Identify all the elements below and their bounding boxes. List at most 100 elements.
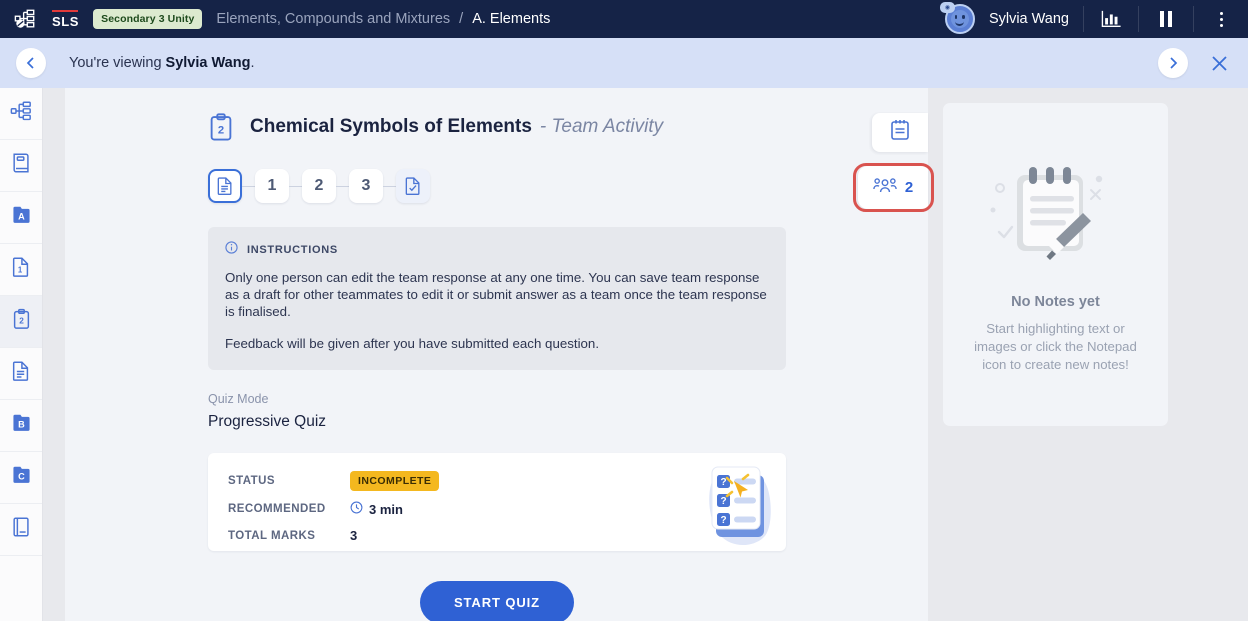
- folder-c-icon: C: [11, 464, 32, 491]
- breadcrumb-parent[interactable]: Elements, Compounds and Mixtures: [216, 11, 450, 27]
- folder-b-icon: B: [11, 412, 32, 439]
- breadcrumb-current: A. Elements: [472, 11, 551, 27]
- quiz-mode-value: Progressive Quiz: [208, 413, 327, 430]
- svg-text:?: ?: [720, 496, 726, 507]
- notes-empty-subtitle: Start highlighting text or images or cli…: [974, 321, 1137, 372]
- avatar[interactable]: ◉: [939, 2, 985, 36]
- notes-empty-card: No Notes yet Start highlighting text or …: [943, 103, 1168, 426]
- sidebar-item-page-1[interactable]: 1: [0, 244, 42, 296]
- chart-bar-icon[interactable]: [1098, 6, 1124, 32]
- sidebar-item-document[interactable]: [0, 348, 42, 400]
- notes-panel: No Notes yet Start highlighting text or …: [928, 88, 1248, 621]
- status-badge: INCOMPLETE: [350, 471, 440, 491]
- svg-text:2: 2: [19, 317, 24, 326]
- sidebar-item-section-a[interactable]: A: [0, 192, 42, 244]
- members-group-icon: [873, 177, 897, 199]
- instructions-body: Only one person can edit the team respon…: [225, 269, 769, 352]
- sidebar-item-notebook[interactable]: [0, 504, 42, 556]
- instructions-header: INSTRUCTIONS: [225, 241, 769, 259]
- step-review[interactable]: [396, 169, 430, 203]
- status-label: STATUS: [228, 475, 275, 487]
- svg-text:B: B: [18, 420, 25, 430]
- recommended-time: 3 min: [369, 501, 403, 517]
- sidebar-item-page-2[interactable]: 2: [0, 296, 42, 348]
- step-connector: [242, 185, 255, 187]
- viewing-banner-text: You're viewing Sylvia Wang.: [69, 55, 254, 71]
- instructions-paragraph: Feedback will be given after you have su…: [225, 336, 600, 351]
- instructions-panel: INSTRUCTIONS Only one person can edit th…: [208, 227, 786, 370]
- notebook-icon: [11, 516, 32, 543]
- recommended-value-group: 3 min: [350, 501, 403, 517]
- header-divider-1: [1083, 6, 1084, 32]
- viewing-student-name: Sylvia Wang: [165, 55, 251, 71]
- document-icon: [11, 360, 31, 387]
- instructions-label: INSTRUCTIONS: [247, 244, 338, 256]
- step-2[interactable]: 2: [302, 169, 336, 203]
- svg-text:1: 1: [18, 266, 23, 275]
- table-row: STATUS INCOMPLETE: [228, 471, 440, 491]
- book-icon: [11, 152, 32, 179]
- user-name[interactable]: Sylvia Wang: [989, 11, 1069, 27]
- svg-text:A: A: [18, 212, 25, 222]
- breadcrumb-separator: /: [459, 11, 464, 27]
- clipboard-2-icon: 2: [208, 112, 234, 142]
- step-connector: [289, 185, 302, 187]
- notepad-icon: [889, 118, 911, 147]
- sitemap-app-icon[interactable]: [8, 2, 42, 36]
- quiz-mode-label: Quiz Mode: [208, 392, 269, 406]
- page-1-icon: 1: [11, 256, 31, 283]
- step-overview[interactable]: [208, 169, 242, 203]
- kebab-menu-icon[interactable]: [1208, 6, 1234, 32]
- avatar-badge-icon: ◉: [939, 2, 955, 13]
- folder-a-icon: A: [11, 204, 32, 231]
- header-divider-2: [1138, 6, 1139, 32]
- members-button[interactable]: 2: [858, 166, 928, 209]
- rail-gutter: [43, 88, 65, 621]
- header-right-group: ◉ Sylvia Wang: [939, 0, 1234, 38]
- svg-text:2: 2: [218, 124, 224, 136]
- notes-empty-title: No Notes yet: [1011, 294, 1100, 310]
- activity-card: 2 Chemical Symbols of Elements - Team Ac…: [65, 88, 928, 621]
- top-header: SLS Secondary 3 Unity Elements, Compound…: [0, 0, 1248, 38]
- total-marks-label: TOTAL MARKS: [228, 529, 316, 542]
- start-quiz-wrap: START QUIZ: [208, 581, 786, 621]
- table-row: RECOMMENDED 3 min: [228, 501, 403, 517]
- info-icon: [225, 241, 238, 259]
- sidebar-item-overview[interactable]: [0, 88, 42, 140]
- step-1[interactable]: 1: [255, 169, 289, 203]
- notepad-button[interactable]: [872, 113, 928, 152]
- clock-icon: [350, 501, 363, 517]
- svg-text:?: ?: [720, 515, 726, 526]
- sls-logo[interactable]: SLS: [52, 9, 79, 29]
- chevron-right-icon[interactable]: [1158, 48, 1188, 78]
- close-icon[interactable]: [1206, 50, 1232, 76]
- left-sidebar: A 1 2 B C: [0, 88, 43, 621]
- page-title: Chemical Symbols of Elements: [250, 116, 532, 137]
- sidebar-item-section-b[interactable]: B: [0, 400, 42, 452]
- header-divider-3: [1193, 6, 1194, 32]
- step-3[interactable]: 3: [349, 169, 383, 203]
- step-navigation: 1 2 3: [208, 169, 898, 203]
- clipboard-2-icon: 2: [12, 308, 31, 335]
- table-row: TOTAL MARKS 3: [228, 528, 357, 543]
- page-subtitle: - Team Activity: [539, 116, 664, 137]
- step-connector: [383, 185, 396, 187]
- sidebar-item-section-c[interactable]: C: [0, 452, 42, 504]
- start-quiz-button[interactable]: START QUIZ: [419, 581, 575, 621]
- viewing-banner: You're viewing Sylvia Wang.: [0, 38, 1248, 88]
- chevron-left-icon[interactable]: [16, 48, 46, 78]
- viewing-suffix: .: [250, 55, 255, 71]
- class-badge: Secondary 3 Unity: [93, 9, 203, 29]
- total-marks-value: 3: [350, 528, 358, 543]
- notepad-highlighter-illustration: [981, 158, 1131, 270]
- instructions-paragraph: Only one person can edit the team respon…: [225, 270, 767, 319]
- pause-icon[interactable]: [1153, 6, 1179, 32]
- quiz-summary-card: STATUS INCOMPLETE RECOMMENDED 3 min TOTA…: [208, 453, 786, 551]
- svg-text:C: C: [18, 472, 25, 482]
- viewing-prefix: You're viewing: [69, 55, 166, 71]
- quiz-questions-illustration: ? ? ?: [696, 447, 784, 551]
- members-count: 2: [904, 179, 914, 196]
- app-root: SLS Secondary 3 Unity Elements, Compound…: [0, 0, 1248, 621]
- sidebar-item-book[interactable]: [0, 140, 42, 192]
- sitemap-icon: [10, 100, 32, 127]
